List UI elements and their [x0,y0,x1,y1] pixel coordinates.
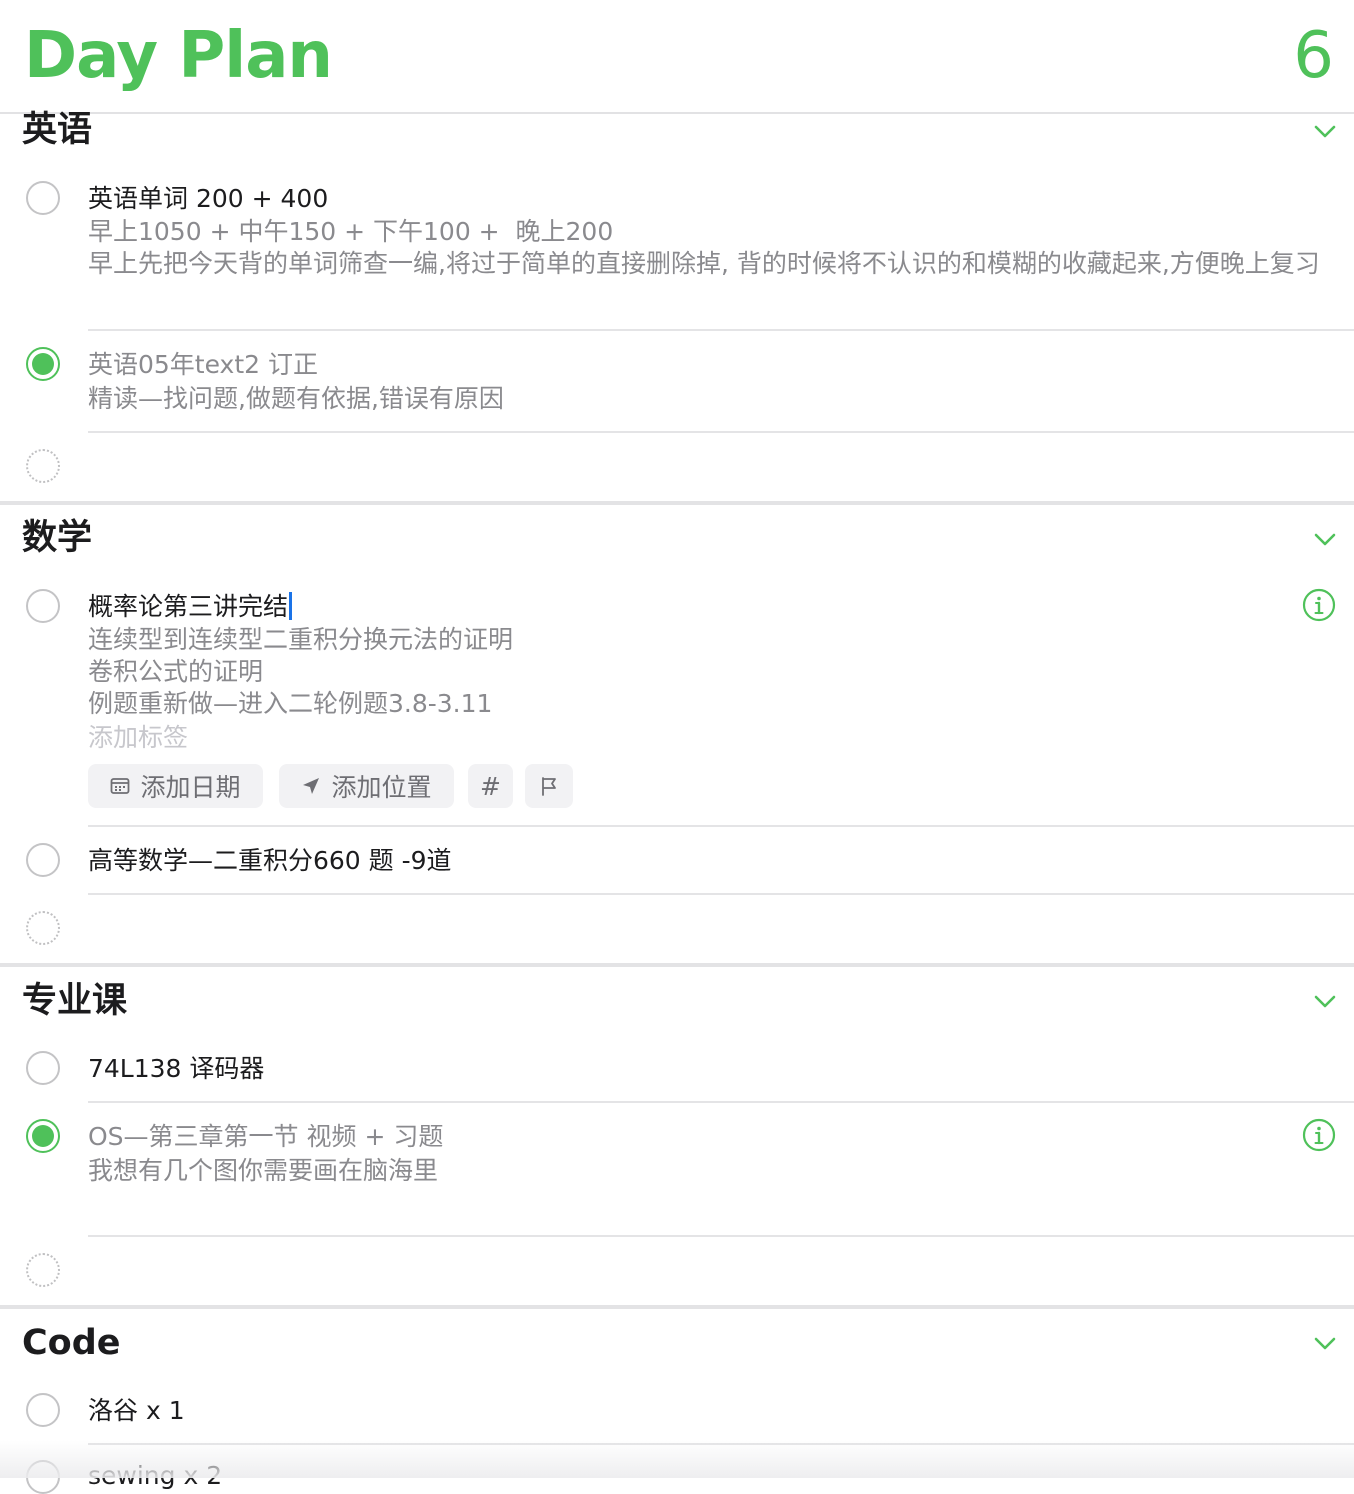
add-tag-field[interactable]: 添加标签 [88,722,188,754]
add-location-label: 添加位置 [331,773,432,802]
reminder-title[interactable]: 洛谷 x 1 [88,1394,185,1427]
reminder-title[interactable]: 高等数学—二重积分660 题 -9道 [88,844,452,877]
row-divider [88,329,1354,331]
reminder-checkbox[interactable] [26,843,60,877]
section-title-major[interactable]: 专业课 [22,979,127,1023]
reminder-count: 6 [1293,19,1334,93]
row-divider [88,1235,1354,1237]
new-reminder-checkbox[interactable] [26,449,60,483]
add-location-button[interactable]: 添加位置 [279,764,454,808]
chevron-down-icon[interactable] [1312,118,1338,144]
reminder-title-editing[interactable]: 概率论第三讲完结 [88,590,293,623]
section-divider [0,501,1354,505]
reminder-notes[interactable]: 早上1050 + 中午150 + 下午100 + 晚上200 早上先把今天背的单… [88,216,1338,280]
info-icon[interactable] [1302,1118,1336,1152]
calendar-icon [111,778,130,794]
row-divider [88,431,1354,433]
row-divider [88,1101,1354,1103]
hashtag-icon: # [480,771,501,801]
add-date-button[interactable]: 添加日期 [88,764,263,808]
reminder-notes[interactable]: 精读—找问题,做题有依据,错误有原因 [88,383,1338,415]
reminder-checkbox[interactable] [26,181,60,215]
section-divider [0,963,1354,967]
flag-icon [542,777,556,796]
list-title: Day Plan [24,19,333,93]
flag-button[interactable] [525,764,573,808]
row-divider [88,893,1354,895]
info-icon[interactable] [1302,588,1336,622]
section-title-code[interactable]: Code [22,1321,121,1365]
reminder-notes[interactable]: 连续型到连续型二重积分换元法的证明 卷积公式的证明 例题重新做—进入二轮例题3.… [88,624,1338,720]
reminder-checkbox[interactable] [26,1051,60,1085]
chevron-down-icon[interactable] [1312,988,1338,1014]
reminder-title[interactable]: 英语单词 200 + 400 [88,182,328,215]
reminder-checkbox-completed[interactable] [26,1119,60,1153]
new-reminder-checkbox[interactable] [26,1253,60,1287]
reminder-checkbox-completed[interactable] [26,347,60,381]
add-date-label: 添加日期 [140,773,241,802]
reminder-checkbox[interactable] [26,589,60,623]
location-arrow-icon [303,778,320,794]
chevron-down-icon[interactable] [1312,1330,1338,1356]
section-title-english[interactable]: 英语 [22,108,92,152]
section-divider [0,1305,1354,1309]
chevron-down-icon[interactable] [1312,526,1338,552]
reminder-checkbox[interactable] [26,1393,60,1427]
scroll-shadow [0,1440,1354,1478]
section-title-math[interactable]: 数学 [22,516,92,560]
text-caret [289,592,293,620]
add-tag-button[interactable]: # [468,764,513,808]
reminder-title[interactable]: 74L138 译码器 [88,1052,264,1085]
new-reminder-checkbox[interactable] [26,911,60,945]
row-divider [88,825,1354,827]
header-divider [0,112,1354,114]
reminder-title[interactable]: OS—第三章第一节 视频 + 习题 [88,1120,443,1153]
reminder-notes[interactable]: 我想有几个图你需要画在脑海里 [88,1155,1338,1187]
reminder-title[interactable]: 英语05年text2 订正 [88,348,318,381]
